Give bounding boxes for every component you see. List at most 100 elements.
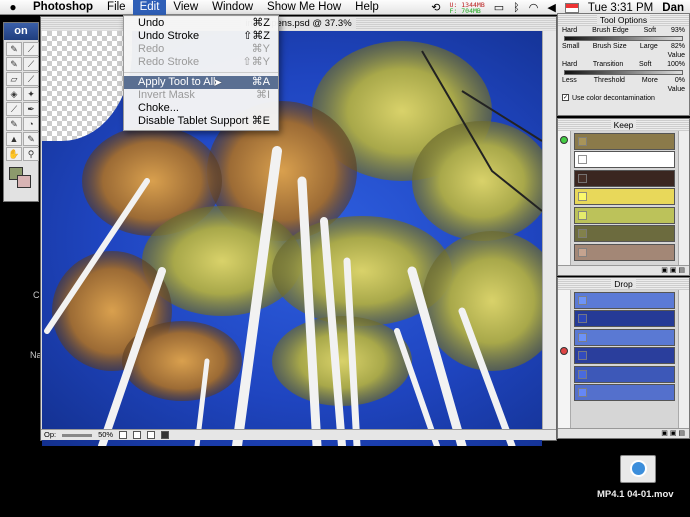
brush-size-right-label: Large [639, 43, 658, 50]
menu-item-disable-tablet-support[interactable]: Disable Tablet Support ⌘E [124, 115, 278, 128]
drop-swatch-chip [578, 351, 587, 360]
keep-swatch-chip [578, 192, 587, 201]
drop-tool-icon[interactable]: ◔ [23, 117, 39, 131]
menu-item-shortcut: ⌘E [251, 115, 270, 127]
brush-edge-value: 93% [670, 27, 685, 34]
menu-show-me-how[interactable]: Show Me How [260, 0, 348, 15]
keep-swatch-chip [578, 210, 587, 220]
keep-swatch[interactable] [574, 132, 675, 150]
zoom-value[interactable]: 50% [98, 430, 113, 440]
menu-user[interactable]: Dan [662, 2, 684, 14]
mask-tool-icon[interactable]: ▲ [6, 132, 22, 146]
drop-swatch[interactable] [574, 328, 675, 346]
brush-size-left-label: Small [562, 43, 580, 50]
pen-tool-icon[interactable]: ✒ [23, 102, 39, 116]
document-title-bar[interactable]: ing Aspens.psd @ 37.3% [41, 17, 556, 30]
keep-swatch[interactable] [574, 151, 675, 168]
keep-swatch[interactable] [574, 243, 675, 261]
drop-swatch-chip [578, 332, 587, 342]
view-mode-icon[interactable] [161, 431, 170, 439]
keep-side-bar [558, 131, 571, 265]
brush-size-labels: Small Brush Size Large 82% [558, 42, 689, 51]
menu-item-undo-stroke[interactable]: Undo Stroke ⇧⌘Z [124, 30, 278, 43]
menu-item-invert-mask[interactable]: Invert Mask ⌘I [124, 89, 278, 102]
brush-alt-tool-icon[interactable]: ✎ [23, 132, 39, 146]
brush-tool-icon[interactable]: ⟋ [23, 72, 39, 86]
menu-window[interactable]: Window [205, 0, 260, 15]
keep-swatch[interactable] [574, 225, 675, 242]
eyedropper-tool-icon[interactable]: ⟋ [23, 57, 39, 71]
brush-edge-slider[interactable] [564, 36, 683, 41]
menu-item-undo[interactable]: Undo ⌘Z [124, 17, 278, 30]
fill-tool-icon[interactable]: ◈ [6, 87, 22, 101]
decontamination-checkbox[interactable]: ✓ [562, 94, 569, 101]
airport-icon[interactable]: ◠ [529, 1, 539, 14]
menu-item-apply-tool-to-all[interactable]: Apply Tool to All ⌘A [124, 76, 278, 89]
color-swatches[interactable] [6, 165, 36, 193]
drop-scrollbar[interactable] [678, 290, 689, 428]
drop-indicator-icon[interactable] [560, 347, 568, 355]
menu-view[interactable]: View [166, 0, 205, 15]
wand-tool-icon[interactable]: ✦ [23, 87, 39, 101]
keep-scrollbar[interactable] [678, 131, 689, 265]
menu-edit[interactable]: Edit [132, 0, 167, 15]
drop-swatch[interactable] [574, 291, 675, 309]
bluetooth-icon[interactable]: ᛒ [513, 2, 520, 14]
menu-photoshop[interactable]: Photoshop [26, 0, 100, 15]
menu-item-label: Choke... [138, 102, 179, 114]
movie-file-label[interactable]: MP4.1 04-01.mov [597, 489, 674, 500]
menu-item-choke[interactable]: Choke... [124, 102, 278, 115]
language-flag-icon[interactable] [564, 2, 579, 13]
keep-swatch[interactable] [574, 169, 675, 187]
apple-menu-icon[interactable]: ● [0, 0, 26, 14]
keep-swatch[interactable] [574, 188, 675, 205]
hand-tool-icon[interactable]: ✋ [6, 147, 22, 161]
drop-swatch[interactable] [574, 384, 675, 401]
opacity-slider[interactable] [62, 433, 93, 437]
drop-swatch-chip [578, 388, 587, 397]
view-mode-icon[interactable] [119, 431, 128, 439]
threshold-label: Threshold [593, 77, 625, 84]
image-canvas[interactable] [42, 31, 542, 446]
menu-clock[interactable]: Tue 3:31 PM [588, 2, 653, 14]
eraser-tool-icon[interactable]: ▱ [6, 72, 22, 86]
drop-title-bar[interactable]: Drop [558, 278, 689, 290]
brush-size-value: 82% [670, 43, 685, 50]
display-icon[interactable]: ▭ [494, 1, 504, 14]
document-status-bar: Op: 50% [41, 429, 556, 440]
keep-swatch[interactable] [574, 206, 675, 224]
drop-swatch-list [572, 290, 677, 403]
view-mode-icon[interactable] [133, 431, 142, 439]
movie-file-icon[interactable] [620, 455, 656, 483]
keep-swatch-chip [578, 155, 587, 164]
menu-file[interactable]: File [100, 0, 133, 15]
tool-options-title-bar[interactable]: Tool Options [558, 14, 689, 26]
transition-slider[interactable] [564, 70, 683, 75]
menu-help[interactable]: Help [348, 0, 386, 15]
keep-indicator-icon[interactable] [560, 136, 568, 144]
aspen-photo [44, 41, 542, 446]
app-logo-icon: on [4, 23, 38, 40]
drop-swatch[interactable] [574, 347, 675, 364]
value-label: Value [667, 52, 685, 59]
drop-swatch[interactable] [574, 310, 675, 327]
menu-item-redo-stroke[interactable]: Redo Stroke ⇧⌘Y [124, 56, 278, 69]
vertical-scrollbar[interactable] [542, 31, 556, 436]
keep-title-bar[interactable]: Keep [558, 119, 689, 131]
drop-swatch[interactable] [574, 365, 675, 383]
drop-brush-tool-icon[interactable]: ✎ [6, 57, 22, 71]
keep-brush-tool-icon[interactable]: ✎ [6, 42, 22, 56]
zoom-tool-icon[interactable]: ⚲ [23, 147, 39, 161]
drop-panel: Drop ▣ ▣ ▤ [557, 277, 690, 439]
sync-icon[interactable]: ⟲ [431, 1, 440, 14]
quicktime-icon [630, 460, 647, 477]
volume-icon[interactable]: ◀ [547, 1, 555, 14]
menu-item-redo[interactable]: Redo ⌘Y [124, 43, 278, 56]
view-mode-icon[interactable] [147, 431, 156, 439]
background-color-swatch[interactable] [17, 175, 31, 188]
chisel-tool-icon[interactable]: ⟋ [6, 102, 22, 116]
memory-monitor: U: 1344MB F: 704MB [450, 1, 485, 14]
desktop-label-fragment: C [33, 290, 40, 300]
eyedropper-tool-icon[interactable]: ⟋ [23, 42, 39, 56]
smudge-tool-icon[interactable]: ✎ [6, 117, 22, 131]
